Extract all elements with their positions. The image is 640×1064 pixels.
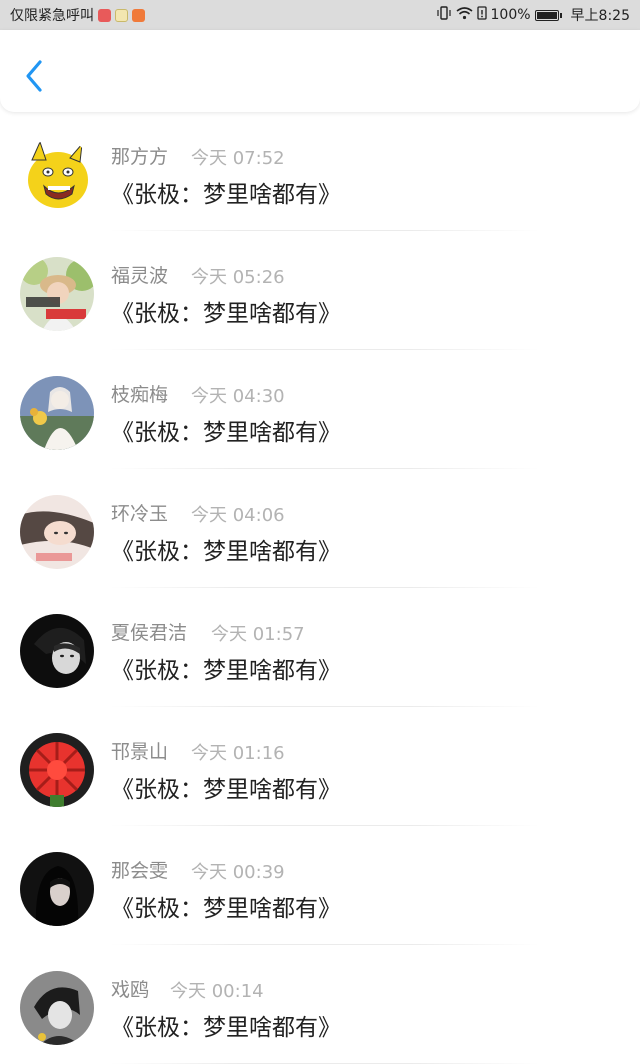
message-preview: 《张极：梦里啥都有》 — [111, 539, 341, 565]
message-list: 那方方 今天 07:52 《张极：梦里啥都有》 福灵波 今天 05:26 《张极… — [0, 112, 640, 1064]
message-preview: 《张极：梦里啥都有》 — [111, 658, 341, 684]
message-preview: 《张极：梦里啥都有》 — [111, 182, 341, 208]
list-item[interactable]: 戏鸥 今天 00:14 《张极：梦里啥都有》 — [0, 945, 640, 1064]
sender-name: 那会雯 — [111, 860, 169, 882]
timestamp: 今天 01:57 — [211, 624, 305, 645]
list-item[interactable]: 环冷玉 今天 04:06 《张极：梦里啥都有》 — [0, 469, 640, 588]
avatar[interactable] — [20, 852, 94, 926]
clock-text: 早上8:25 — [570, 8, 630, 24]
timestamp: 今天 00:14 — [170, 981, 264, 1002]
status-bar: 仅限紧急呼叫 100% 早上8:25 — [0, 0, 640, 30]
top-app-bar — [0, 30, 640, 112]
sender-name: 枝痴梅 — [111, 384, 169, 406]
status-bar-left: 仅限紧急呼叫 — [10, 5, 145, 25]
avatar[interactable] — [20, 495, 94, 569]
timestamp: 今天 04:06 — [191, 505, 285, 526]
chevron-left-icon — [26, 60, 42, 92]
sender-name: 福灵波 — [111, 265, 169, 287]
avatar[interactable] — [20, 376, 94, 450]
list-item[interactable]: 那方方 今天 07:52 《张极：梦里啥都有》 — [0, 112, 640, 231]
avatar[interactable] — [20, 614, 94, 688]
avatar[interactable] — [20, 257, 94, 331]
app-notification-icon — [98, 8, 111, 22]
list-item[interactable]: 邗景山 今天 01:16 《张极：梦里啥都有》 — [0, 707, 640, 826]
app-notification-icon — [132, 8, 145, 22]
sender-name: 戏鸥 — [111, 979, 150, 1001]
vibrate-icon — [436, 6, 452, 24]
sender-name: 那方方 — [111, 146, 169, 168]
timestamp: 今天 01:16 — [191, 743, 285, 764]
avatar[interactable] — [20, 138, 94, 212]
timestamp: 今天 00:39 — [191, 862, 285, 883]
list-item[interactable]: 那会雯 今天 00:39 《张极：梦里啥都有》 — [0, 826, 640, 945]
message-preview: 《张极：梦里啥都有》 — [111, 420, 341, 446]
back-button[interactable] — [18, 56, 52, 96]
list-item[interactable]: 枝痴梅 今天 04:30 《张极：梦里啥都有》 — [0, 350, 640, 469]
avatar[interactable] — [20, 733, 94, 807]
message-preview: 《张极：梦里啥都有》 — [111, 777, 341, 803]
status-bar-right: 100% 早上8:25 — [436, 5, 630, 25]
list-item[interactable]: 福灵波 今天 05:26 《张极：梦里啥都有》 — [0, 231, 640, 350]
message-preview: 《张极：梦里啥都有》 — [111, 301, 341, 327]
timestamp: 今天 04:30 — [191, 386, 285, 407]
avatar[interactable] — [20, 971, 94, 1045]
message-preview: 《张极：梦里啥都有》 — [111, 896, 341, 922]
timestamp: 今天 07:52 — [191, 148, 285, 169]
sender-name: 环冷玉 — [111, 503, 169, 525]
sender-name: 邗景山 — [111, 741, 169, 763]
wifi-icon — [456, 6, 473, 24]
battery-icon — [534, 9, 562, 21]
battery-percent: 100% — [490, 7, 531, 23]
message-preview: 《张极：梦里啥都有》 — [111, 1015, 341, 1041]
sender-name: 夏侯君洁 — [111, 622, 188, 644]
carrier-text: 仅限紧急呼叫 — [10, 8, 94, 24]
list-item[interactable]: 夏侯君洁 今天 01:57 《张极：梦里啥都有》 — [0, 588, 640, 707]
wechat-notification-icon — [115, 8, 128, 22]
sim-alert-icon — [476, 6, 487, 24]
timestamp: 今天 05:26 — [191, 267, 285, 288]
